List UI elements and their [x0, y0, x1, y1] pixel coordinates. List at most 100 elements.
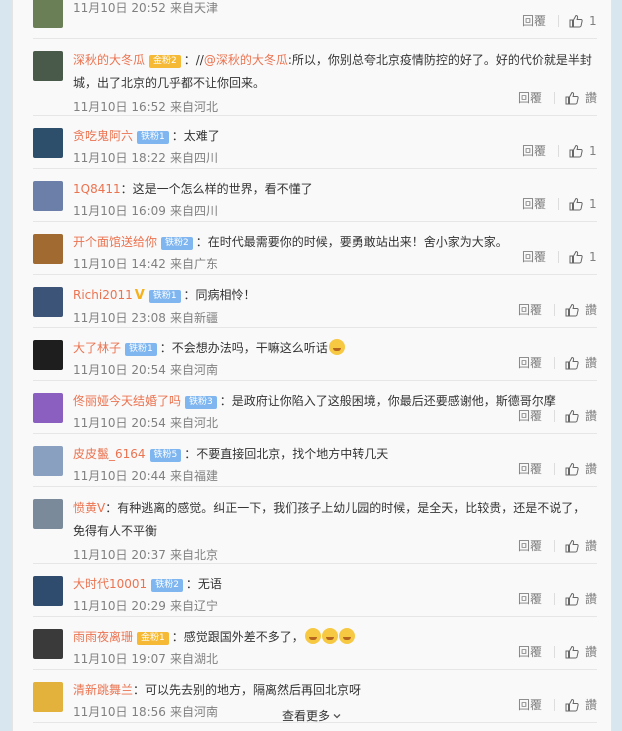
comment-source: 来自四川 [169, 151, 218, 165]
comment-actions: 回覆 讚 [518, 538, 597, 554]
reply-button[interactable]: 回覆 [522, 249, 546, 265]
comment-source: 来自辽宁 [169, 599, 218, 613]
comment-item: 深秋的大冬瓜 金粉2 ：//@深秋的大冬瓜:所以，你别总夸北京疫情防控的好了。好的代… [33, 39, 597, 116]
comment-item: 11月10日 20:52 来自天津 回覆 1 [33, 0, 597, 39]
divider [553, 463, 555, 475]
emoji-icon [304, 628, 321, 644]
thumbs-up-icon[interactable] [565, 303, 579, 317]
avatar[interactable] [33, 446, 63, 476]
comment-source: 来自广东 [169, 257, 218, 271]
mention-link[interactable]: @深秋的大冬瓜 [204, 53, 288, 67]
thumbs-up-icon[interactable] [565, 409, 579, 423]
username-link[interactable]: 贪吃鬼阿六 [73, 129, 133, 143]
username-link[interactable]: 雨雨夜离珊 [73, 630, 133, 644]
thumbs-up-icon[interactable] [569, 250, 583, 264]
reply-button[interactable]: 回覆 [518, 644, 542, 660]
comment-meta: 11月10日 14:42 来自广东 [73, 256, 597, 272]
divider [553, 410, 555, 422]
avatar[interactable] [33, 51, 63, 81]
username-link[interactable]: 大时代10001 [73, 577, 147, 591]
verified-v-icon: V [134, 288, 145, 303]
comment-text: ：有种逃离的感觉。纠正一下，我们孩子上幼儿园的时候，是全天，比较贵，还是不说了，… [73, 501, 586, 538]
comment-actions: 回覆 讚 [518, 408, 597, 424]
reply-button[interactable]: 回覆 [518, 408, 542, 424]
username-link[interactable]: Richi2011 [73, 288, 133, 302]
comment-time: 11月10日 16:09 [73, 204, 166, 218]
load-more-label: 查看更多 [281, 709, 330, 723]
reply-button[interactable]: 回覆 [518, 90, 542, 106]
avatar[interactable] [33, 128, 63, 158]
avatar[interactable] [33, 234, 63, 264]
comment-text-line: 1Q8411：这是一个怎么样的世界，看不懂了 [73, 179, 597, 199]
avatar[interactable] [33, 340, 63, 370]
divider [558, 251, 559, 263]
username-link[interactable]: 大了林子 [73, 341, 121, 355]
avatar[interactable] [33, 576, 63, 606]
thumbs-up-icon[interactable] [565, 356, 579, 370]
reply-button[interactable]: 回覆 [518, 538, 542, 554]
username-link[interactable]: 1Q8411 [73, 182, 121, 196]
comment-item: 大时代10001 铁粉2 ：无语 11月10日 20:29 来自辽宁 回覆 讚 [33, 564, 597, 617]
username-link[interactable]: 佟丽娅今天结婚了吗 [73, 394, 181, 408]
emoji-icon [338, 628, 355, 644]
divider [558, 145, 559, 157]
comment-actions: 回覆 1 [522, 196, 597, 212]
like-count[interactable]: 讚 [585, 538, 597, 554]
reply-button[interactable]: 回覆 [522, 13, 546, 29]
like-count[interactable]: 1 [589, 196, 597, 212]
comment-text: ：这是一个怎么样的世界，看不懂了 [120, 182, 313, 196]
reply-button[interactable]: 回覆 [518, 591, 542, 607]
like-count[interactable]: 讚 [585, 408, 597, 424]
like-count[interactable]: 讚 [585, 591, 597, 607]
comment-time: 11月10日 19:07 [73, 652, 166, 666]
reply-button[interactable]: 回覆 [518, 461, 542, 477]
thumbs-up-icon[interactable] [565, 462, 579, 476]
avatar[interactable] [33, 393, 63, 423]
divider [558, 198, 559, 210]
reply-button[interactable]: 回覆 [522, 143, 546, 159]
username-link[interactable]: 清新跳舞兰 [73, 683, 133, 697]
thumbs-up-icon[interactable] [565, 592, 579, 606]
comment-source: 来自河南 [169, 363, 218, 377]
avatar[interactable] [33, 499, 63, 529]
fan-badge: 铁粉5 [149, 449, 182, 462]
thumbs-up-icon[interactable] [569, 197, 583, 211]
avatar[interactable] [33, 181, 63, 211]
avatar[interactable] [33, 0, 63, 28]
reply-button[interactable]: 回覆 [518, 302, 542, 318]
thumbs-up-icon[interactable] [565, 91, 579, 105]
like-count[interactable]: 1 [589, 13, 597, 29]
divider [553, 540, 555, 552]
comment-source: 来自福建 [169, 469, 218, 483]
thumbs-up-icon[interactable] [569, 144, 583, 158]
thumbs-up-icon[interactable] [565, 539, 579, 553]
emoji-icon [328, 339, 345, 355]
like-count[interactable]: 1 [589, 143, 597, 159]
avatar[interactable] [33, 287, 63, 317]
fan-badge: 铁粉1 [148, 290, 181, 303]
username-link[interactable]: 开个面馆送给你 [73, 235, 157, 249]
comment-time: 11月10日 20:29 [73, 599, 166, 613]
comment-prefix: ：// [183, 53, 204, 67]
username-link[interactable]: 深秋的大冬瓜 [73, 53, 145, 67]
avatar[interactable] [33, 629, 63, 659]
username-link[interactable]: 皮皮鬣_6164 [73, 447, 146, 461]
like-count[interactable]: 讚 [585, 461, 597, 477]
like-count[interactable]: 讚 [585, 302, 597, 318]
like-count[interactable]: 1 [589, 249, 597, 265]
comment-item: 皮皮鬣_6164 铁粉5 ：不要直接回北京，找个地方中转几天 11月10日 20:44… [33, 434, 597, 487]
divider [558, 15, 559, 27]
load-more-button[interactable]: 查看更多 [13, 702, 611, 730]
like-count[interactable]: 讚 [585, 355, 597, 371]
divider [553, 92, 555, 104]
like-count[interactable]: 讚 [585, 90, 597, 106]
divider [553, 304, 555, 316]
reply-button[interactable]: 回覆 [522, 196, 546, 212]
comment-time: 11月10日 23:08 [73, 311, 166, 325]
username-link[interactable]: 愤黄V [73, 501, 105, 515]
thumbs-up-icon[interactable] [565, 645, 579, 659]
comment-body: 11月10日 20:52 来自天津 [73, 0, 597, 16]
reply-button[interactable]: 回覆 [518, 355, 542, 371]
like-count[interactable]: 讚 [585, 644, 597, 660]
thumbs-up-icon[interactable] [569, 14, 583, 28]
